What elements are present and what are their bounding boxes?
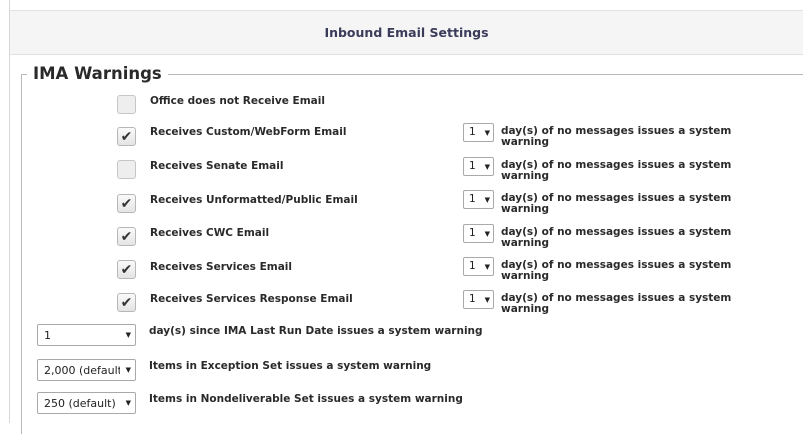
- custom-webform-days-select[interactable]: 1 ▼: [463, 123, 494, 142]
- checkmark-icon: ✔: [120, 195, 133, 212]
- services-response-warning: day(s) of no messages issues a system wa…: [501, 292, 732, 315]
- senate-email-label: Receives Senate Email: [150, 160, 284, 172]
- services-response-label: Receives Services Response Email: [150, 293, 353, 305]
- page-title: Inbound Email Settings: [324, 25, 489, 40]
- nondeliverable-set-select[interactable]: 250 (default) ▼: [37, 392, 136, 414]
- services-email-days-select[interactable]: 1 ▼: [463, 257, 494, 276]
- services-response-checkbox[interactable]: ✔: [117, 293, 136, 312]
- unformatted-public-days-select[interactable]: 1 ▼: [463, 190, 494, 209]
- office-no-email-checkbox[interactable]: [117, 95, 136, 114]
- services-email-warning: day(s) of no messages issues a system wa…: [501, 259, 732, 282]
- dropdown-arrow-icon: ▼: [484, 230, 490, 238]
- checkmark-icon: ✔: [120, 228, 133, 245]
- last-run-days-label: day(s) since IMA Last Run Date issues a …: [149, 325, 483, 337]
- services-email-checkbox[interactable]: ✔: [117, 260, 136, 279]
- cwc-email-days-select[interactable]: 1 ▼: [463, 224, 494, 243]
- cwc-email-warning: day(s) of no messages issues a system wa…: [501, 226, 732, 249]
- cwc-email-label: Receives CWC Email: [150, 227, 270, 239]
- custom-webform-warning: day(s) of no messages issues a system wa…: [501, 125, 732, 148]
- services-response-days-select[interactable]: 1 ▼: [463, 290, 494, 309]
- dropdown-arrow-icon: ▼: [125, 399, 131, 407]
- ima-warnings-legend: IMA Warnings: [27, 64, 168, 84]
- senate-email-checkbox[interactable]: [117, 160, 136, 179]
- unformatted-public-checkbox[interactable]: ✔: [117, 194, 136, 213]
- custom-webform-label: Receives Custom/WebForm Email: [150, 126, 347, 138]
- unformatted-public-warning: day(s) of no messages issues a system wa…: [501, 192, 732, 215]
- senate-email-days-select[interactable]: 1 ▼: [463, 157, 494, 176]
- last-run-days-select[interactable]: 1 ▼: [37, 324, 136, 346]
- unformatted-public-label: Receives Unformatted/Public Email: [150, 194, 358, 206]
- checkmark-icon: ✔: [120, 261, 133, 278]
- page-header: Inbound Email Settings: [10, 10, 803, 55]
- exception-set-label: Items in Exception Set issues a system w…: [149, 360, 432, 372]
- exception-set-select[interactable]: 2,000 (default) ▼: [37, 359, 136, 381]
- dropdown-arrow-icon: ▼: [484, 263, 490, 271]
- senate-email-warning: day(s) of no messages issues a system wa…: [501, 159, 732, 182]
- nondeliverable-set-label: Items in Nondeliverable Set issues a sys…: [149, 393, 463, 405]
- dropdown-arrow-icon: ▼: [484, 196, 490, 204]
- custom-webform-checkbox[interactable]: ✔: [117, 127, 136, 146]
- dropdown-arrow-icon: ▼: [484, 296, 490, 304]
- services-email-label: Receives Services Email: [150, 261, 292, 273]
- dropdown-arrow-icon: ▼: [484, 129, 490, 137]
- dropdown-arrow-icon: ▼: [125, 331, 131, 339]
- office-no-email-label: Office does not Receive Email: [150, 95, 325, 107]
- checkmark-icon: ✔: [120, 294, 133, 311]
- checkmark-icon: ✔: [120, 128, 133, 145]
- cwc-email-checkbox[interactable]: ✔: [117, 227, 136, 246]
- left-border: [9, 0, 10, 423]
- dropdown-arrow-icon: ▼: [484, 163, 490, 171]
- dropdown-arrow-icon: ▼: [125, 366, 131, 374]
